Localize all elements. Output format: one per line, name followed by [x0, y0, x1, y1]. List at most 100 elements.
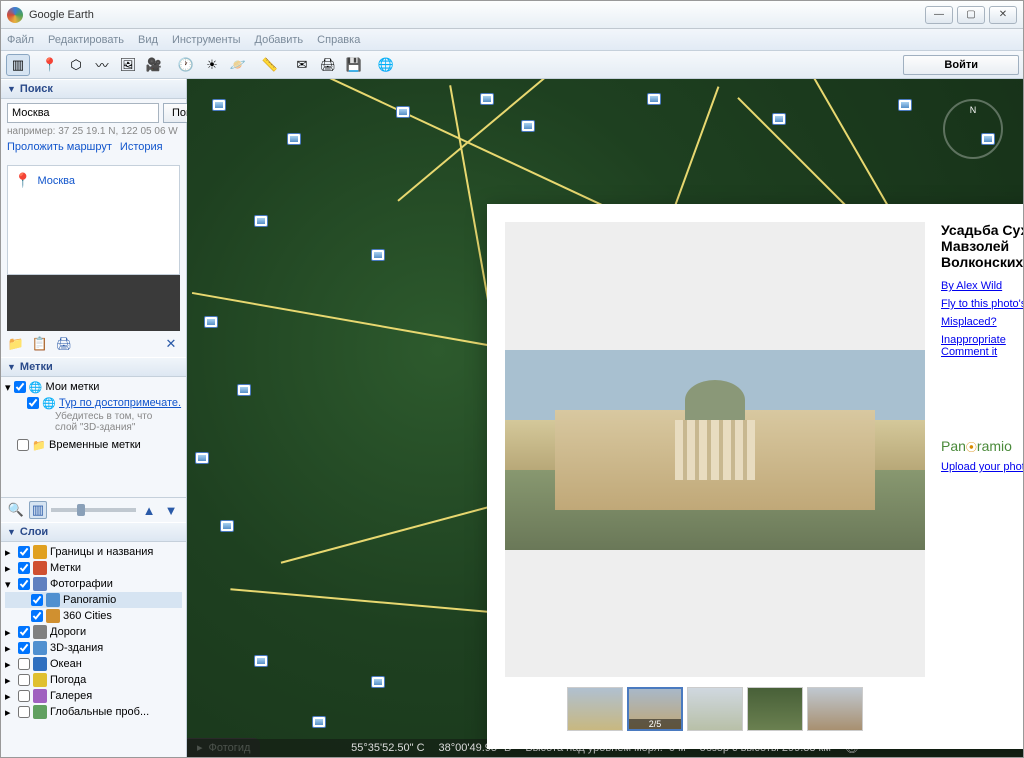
sidebar: ▼Поиск Поиск например: 37 25 19.1 N, 122… [1, 79, 187, 757]
history-link[interactable]: История [120, 141, 163, 153]
misplaced-link[interactable]: Misplaced? [941, 316, 1023, 328]
toolbar: ▥ 📍 ⬡ 〰 🖼 🎥 🕐 ☀ 🪐 📏 ✉ 🖨 💾 🌐 Войти [1, 51, 1023, 79]
signin-button[interactable]: Войти [903, 55, 1019, 75]
comment-link[interactable]: Comment it [941, 346, 1023, 358]
menu-add[interactable]: Добавить [255, 34, 304, 46]
layer-row[interactable]: ▾Фотографии [5, 576, 182, 592]
layer-row[interactable]: Panoramio [5, 592, 182, 608]
image-overlay-button[interactable]: 🖼 [116, 54, 140, 76]
app-icon [7, 7, 23, 23]
photo-marker-icon[interactable] [647, 93, 661, 105]
layer-row[interactable]: ▸Дороги [5, 624, 182, 640]
photo-marker-icon[interactable] [312, 716, 326, 728]
photo-marker-icon[interactable] [254, 655, 268, 667]
photo-marker-icon[interactable] [195, 452, 209, 464]
thumb-5[interactable] [807, 687, 863, 731]
photo-marker-icon[interactable] [237, 384, 251, 396]
photo-marker-icon[interactable] [396, 106, 410, 118]
author-link[interactable]: By Alex Wild [941, 280, 1023, 292]
save-image-button[interactable]: 💾 [342, 54, 366, 76]
search-panel-header[interactable]: ▼Поиск [1, 79, 186, 99]
layer-row[interactable]: ▸Галерея [5, 688, 182, 704]
placemark-button[interactable]: 📍 [38, 54, 62, 76]
upload-link[interactable]: Upload your photos [941, 461, 1023, 473]
clear-search-button[interactable]: ✕ [162, 335, 180, 353]
layer-row[interactable]: ▸Границы и названия [5, 544, 182, 560]
route-link[interactable]: Проложить маршрут [7, 141, 112, 153]
layer-row[interactable]: 360 Cities [5, 608, 182, 624]
thumb-3[interactable] [687, 687, 743, 731]
photo-marker-icon[interactable] [480, 93, 494, 105]
tree-temp-places[interactable]: 📁Временные метки [5, 437, 182, 453]
photo-marker-icon[interactable] [204, 316, 218, 328]
photo-marker-icon[interactable] [254, 215, 268, 227]
thumb-4[interactable] [747, 687, 803, 731]
opacity-slider[interactable] [51, 508, 136, 512]
menu-edit[interactable]: Редактировать [48, 34, 124, 46]
minimize-button[interactable]: — [925, 6, 953, 24]
compass-icon[interactable]: N [943, 99, 1003, 159]
path-button[interactable]: 〰 [90, 54, 114, 76]
layer-row[interactable]: ▸Погода [5, 672, 182, 688]
thumb-2[interactable]: 2/5 [627, 687, 683, 731]
toggle-sidebar-button[interactable]: ▥ [6, 54, 30, 76]
pin-icon: 📍 [14, 172, 31, 189]
places-toolbar: 🔍 ▥ ▲ ▼ [1, 497, 186, 522]
history-button[interactable]: 🕐 [174, 54, 198, 76]
places-search-icon[interactable]: 🔍 [7, 501, 25, 519]
photo-marker-icon[interactable] [212, 99, 226, 111]
search-results: 📍 Москва [7, 165, 180, 275]
photo-thumbnails: 2/5 [505, 687, 925, 731]
search-preview [7, 275, 180, 331]
photo-marker-icon[interactable] [772, 113, 786, 125]
photo-marker-icon[interactable] [371, 249, 385, 261]
menubar: Файл Редактировать Вид Инструменты Добав… [1, 29, 1023, 51]
planet-button[interactable]: 🪐 [226, 54, 250, 76]
titlebar: Google Earth — ▢ ✕ [1, 1, 1023, 29]
photo-marker-icon[interactable] [521, 120, 535, 132]
places-panel-header[interactable]: ▼Метки [1, 357, 186, 377]
menu-help[interactable]: Справка [317, 34, 360, 46]
places-view-icon[interactable]: ▥ [29, 501, 47, 519]
photo-marker-icon[interactable] [898, 99, 912, 111]
panoramio-logo: Pan⦿ramio [941, 438, 1023, 455]
window-title: Google Earth [29, 9, 925, 21]
photo-popup: ✕ 2/5 [487, 204, 1023, 749]
sunlight-button[interactable]: ☀ [200, 54, 224, 76]
photo-marker-icon[interactable] [371, 676, 385, 688]
print-search-button[interactable]: 🖨 [55, 335, 73, 353]
close-button[interactable]: ✕ [989, 6, 1017, 24]
photo-main[interactable] [505, 222, 925, 677]
places-down-button[interactable]: ▼ [162, 501, 180, 519]
ruler-button[interactable]: 📏 [258, 54, 282, 76]
layer-row[interactable]: ▸Метки [5, 560, 182, 576]
tree-tour[interactable]: 🌐Тур по достопримечате. [5, 395, 182, 411]
search-result-item[interactable]: 📍 Москва [14, 172, 173, 189]
record-tour-button[interactable]: 🎥 [142, 54, 166, 76]
email-button[interactable]: ✉ [290, 54, 314, 76]
thumb-1[interactable] [567, 687, 623, 731]
menu-tools[interactable]: Инструменты [172, 34, 241, 46]
print-button[interactable]: 🖨 [316, 54, 340, 76]
places-up-button[interactable]: ▲ [140, 501, 158, 519]
layers-panel-header[interactable]: ▼Слои [1, 522, 186, 542]
layer-row[interactable]: ▸Океан [5, 656, 182, 672]
inappropriate-link[interactable]: Inappropriate [941, 334, 1023, 346]
search-input[interactable] [7, 103, 159, 123]
layer-row[interactable]: ▸3D-здания [5, 640, 182, 656]
layer-row[interactable]: ▸Глобальные проб... [5, 704, 182, 720]
menu-view[interactable]: Вид [138, 34, 158, 46]
maximize-button[interactable]: ▢ [957, 6, 985, 24]
flyto-link[interactable]: Fly to this photo's location [941, 298, 1023, 310]
polygon-button[interactable]: ⬡ [64, 54, 88, 76]
photo-marker-icon[interactable] [220, 520, 234, 532]
search-hint: например: 37 25 19.1 N, 122 05 06 W [7, 126, 180, 137]
copy-search-button[interactable]: 📋 [31, 335, 49, 353]
menu-file[interactable]: Файл [7, 34, 34, 46]
tree-my-places[interactable]: ▾🌐Мои метки [5, 379, 182, 395]
map-viewport[interactable]: N © 2016 Google Image Landsat / Copernic… [187, 79, 1023, 757]
photo-marker-icon[interactable] [287, 133, 301, 145]
app-window: Google Earth — ▢ ✕ Файл Редактировать Ви… [0, 0, 1024, 758]
view-maps-button[interactable]: 🌐 [374, 54, 398, 76]
save-search-button[interactable]: 📁 [7, 335, 25, 353]
